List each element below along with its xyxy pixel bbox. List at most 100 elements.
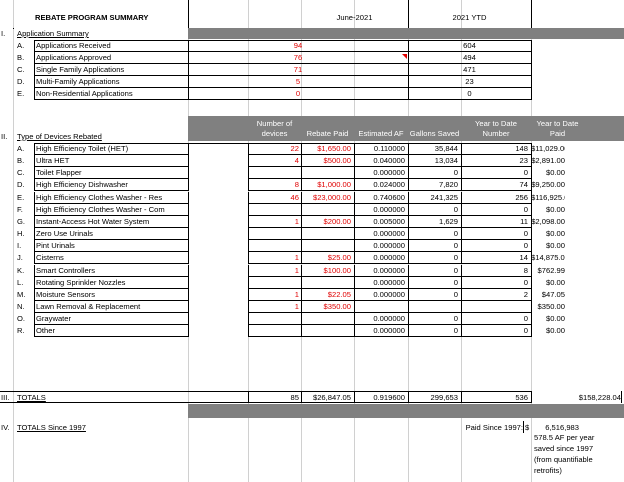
cell-border (408, 88, 409, 100)
row-letter: C. (17, 65, 25, 74)
section-2-title: Type of Devices Rebated (17, 132, 102, 141)
cell-border (188, 179, 189, 191)
cell-border (34, 336, 188, 337)
ytd-header: 2021 YTD (452, 13, 487, 22)
cell-border (531, 76, 532, 88)
cell-border (408, 64, 409, 76)
header-band-right (584, 116, 624, 141)
cell-border (188, 252, 189, 264)
row-letter: L. (17, 278, 24, 287)
column-header-ytdp: Year to Date Paid (531, 116, 584, 141)
row-letter: J. (17, 253, 23, 262)
gridline (13, 0, 14, 482)
row-letter: E. (17, 89, 25, 98)
column-header-gal: Gallons Saved (408, 116, 461, 141)
cell-border (408, 52, 409, 64)
cell-border (188, 240, 189, 252)
cell-border (408, 0, 409, 28)
ytd-paid: $0.00 (545, 205, 565, 214)
cell-border (34, 143, 531, 144)
ytd-paid: $9,250.00 (531, 180, 565, 189)
ytd-paid: $116,925.00 (531, 193, 565, 202)
cell-border (188, 265, 189, 277)
cell-border (248, 336, 531, 337)
ytd-paid: $0.00 (545, 229, 565, 238)
row-letter: R. (17, 326, 25, 335)
ytd-paid: $2,098.00 (531, 217, 565, 226)
cell-border (531, 391, 532, 403)
cell-border (621, 391, 622, 403)
cell-border (408, 76, 409, 88)
cell-border (188, 76, 189, 88)
cell-border (531, 40, 532, 52)
cell-border (188, 192, 189, 204)
cell-border (188, 143, 189, 155)
cell-border (354, 391, 355, 403)
row-letter: K. (17, 266, 25, 275)
ytd-paid: $0.00 (545, 241, 565, 250)
cell-border (523, 421, 524, 433)
since-1997-note: (from quantifiable (534, 455, 593, 464)
cell-border (531, 88, 532, 100)
cell-border (188, 325, 189, 337)
row-letter: H. (17, 229, 25, 238)
cell-border (531, 64, 532, 76)
section-4-number: IV. (1, 423, 10, 432)
cell-border (248, 190, 531, 191)
column-header-paid: Rebate Paid (301, 116, 354, 141)
cell-border (13, 28, 14, 29)
since-1997-note: 578.5 AF per year (534, 433, 595, 442)
ytd-paid: $2,891.00 (531, 156, 565, 165)
report-title: REBATE PROGRAM SUMMARY (35, 13, 149, 22)
cell-border (188, 88, 189, 100)
row-letter: D. (17, 180, 25, 189)
cell-border (188, 289, 189, 301)
cell-border (0, 402, 531, 403)
header-band-left (188, 116, 248, 141)
row-letter: B. (17, 53, 25, 62)
ytd-paid: $350.00 (537, 302, 565, 311)
row-letter: M. (17, 290, 26, 299)
row-letter: O. (17, 314, 26, 323)
cell-border (34, 190, 188, 191)
cell-border (408, 391, 409, 403)
since-1997-note: retrofits) (534, 466, 562, 475)
cell-border (188, 277, 189, 289)
cell-border (34, 40, 531, 41)
cell-border (34, 99, 531, 100)
cell-border (34, 263, 188, 264)
row-letter: B. (17, 156, 25, 165)
ytd-paid: $0.00 (545, 168, 565, 177)
cell-border (461, 391, 462, 403)
ytd-paid: $14,875.00 (531, 253, 565, 262)
cell-border (188, 228, 189, 240)
row-letter: A. (17, 41, 25, 50)
cell-border (188, 0, 189, 28)
row-letter: E. (17, 193, 25, 202)
cell-border (188, 313, 189, 325)
column-header-ytdn: Year to Date Number (461, 116, 531, 141)
row-letter: A. (17, 144, 25, 153)
section-1-band (188, 28, 624, 39)
totals-band (188, 404, 624, 418)
cell-border (188, 64, 189, 76)
cell-border (0, 391, 531, 392)
cell-border (248, 263, 531, 264)
section-2-number: II. (1, 132, 8, 141)
cell-border (188, 167, 189, 179)
cell-border (408, 40, 409, 52)
ytd-paid: $47.05 (541, 290, 565, 299)
row-letter: I. (17, 241, 22, 250)
month-header: June-2021 (336, 13, 373, 22)
cell-border (531, 0, 532, 28)
row-letter: C. (17, 168, 25, 177)
total-ytd-paid: $158,228.04 (578, 393, 621, 402)
ytd-paid: $762.99 (537, 266, 565, 275)
ytd-paid: $11,029.00 (531, 144, 565, 153)
section-4-title: TOTALS Since 1997 (17, 423, 86, 432)
row-letter: D. (17, 77, 25, 86)
cell-border (188, 204, 189, 216)
column-header-af: Estimated AF (354, 116, 408, 141)
comment-indicator-icon[interactable] (402, 54, 407, 59)
ytd-paid: $0.00 (545, 314, 565, 323)
